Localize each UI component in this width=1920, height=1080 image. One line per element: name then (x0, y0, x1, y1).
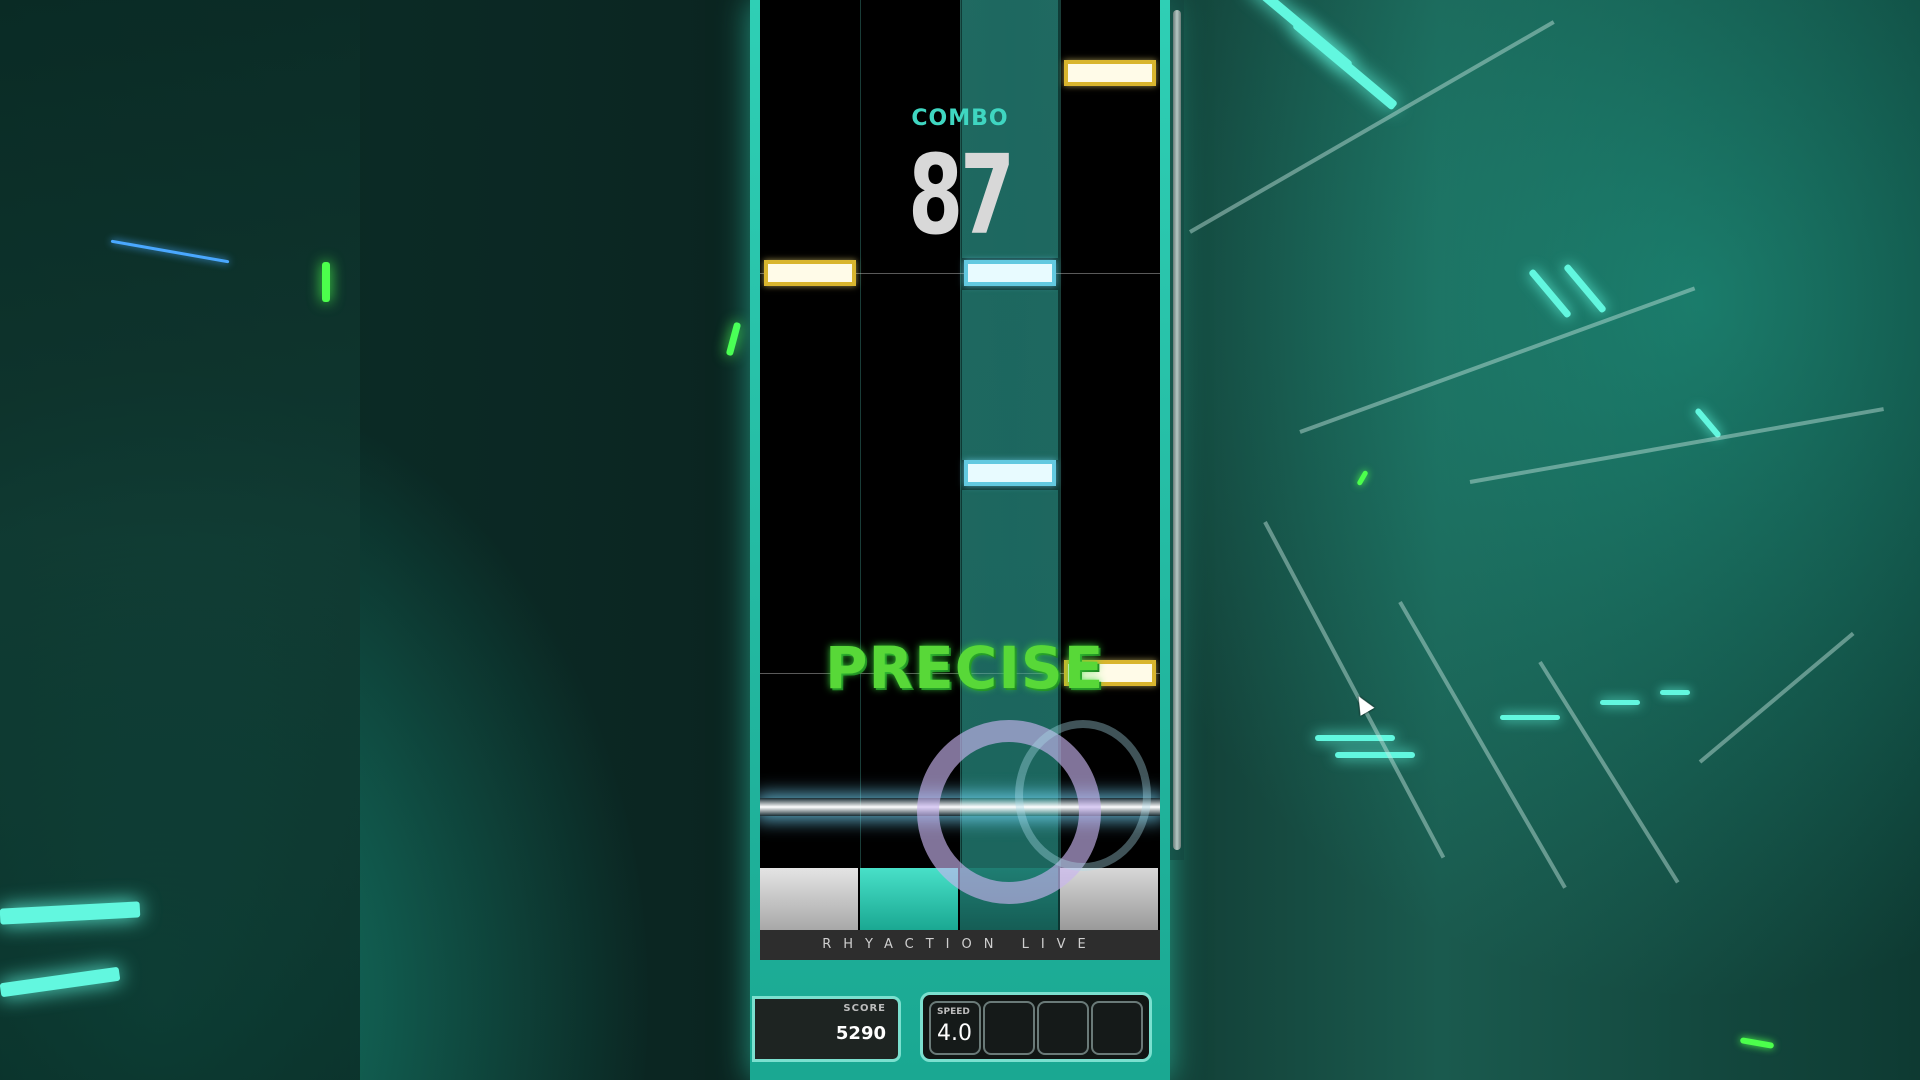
hold-note-head (964, 260, 1056, 286)
tunnel-rail (1263, 521, 1446, 859)
lane-keys (760, 868, 1160, 930)
score-label: SCORE (843, 1003, 886, 1014)
tunnel-rail (1538, 660, 1680, 884)
tap-note (1064, 60, 1156, 86)
tap-note (764, 260, 856, 286)
tunnel-rail (1299, 286, 1696, 434)
background-neon-strip (1528, 268, 1572, 319)
empty-slot[interactable] (983, 1001, 1035, 1055)
lane-key-4[interactable] (1060, 868, 1158, 930)
tunnel-rail (1398, 601, 1567, 889)
lane-4 (1060, 0, 1160, 960)
background-neon-strip (1600, 700, 1640, 705)
background-neon-strip (1563, 263, 1607, 314)
hold-note-head (964, 460, 1056, 486)
lane-divider (1060, 0, 1061, 960)
background-neon-strip (1739, 1037, 1775, 1049)
lane-divider (860, 0, 861, 960)
progress-bar-fill (1173, 10, 1181, 850)
combo-label: COMBO (911, 106, 1009, 131)
empty-slot[interactable] (1091, 1001, 1143, 1055)
speed-slot[interactable]: SPEED 4.0 (929, 1001, 981, 1055)
judgment-line (760, 798, 1160, 816)
judgment-text: PRECISE (825, 634, 1105, 702)
combo-counter: 87 (908, 131, 1015, 259)
score-value: 5290 (835, 1023, 886, 1044)
tunnel-rail (1189, 20, 1555, 234)
background-neon-strip (1660, 690, 1690, 695)
lane-key-1[interactable] (760, 868, 858, 930)
hold-note-body (962, 290, 1058, 460)
speed-label: SPEED (937, 1007, 970, 1017)
background-neon-strip (1500, 715, 1560, 720)
background-neon-strip (1694, 407, 1722, 439)
brand-label: RHYACTION LIVE (760, 930, 1160, 960)
background-neon-strip (322, 262, 330, 302)
speed-value: 4.0 (937, 1021, 972, 1046)
tunnel-rail (1469, 407, 1884, 484)
empty-slot[interactable] (1037, 1001, 1089, 1055)
progress-bar (1170, 0, 1184, 860)
lane-1 (760, 0, 860, 960)
speed-panel: SPEED 4.0 (920, 992, 1152, 1062)
lane-key-3[interactable] (960, 868, 1058, 930)
score-panel: SCORE 5290 (752, 996, 901, 1062)
lane-key-2[interactable] (860, 868, 958, 930)
background-neon-strip (1356, 469, 1369, 487)
background-neon-strip (1335, 752, 1415, 758)
tunnel-rail (1698, 631, 1855, 764)
background-neon-strip (725, 321, 742, 357)
background-neon-strip (1291, 19, 1399, 111)
